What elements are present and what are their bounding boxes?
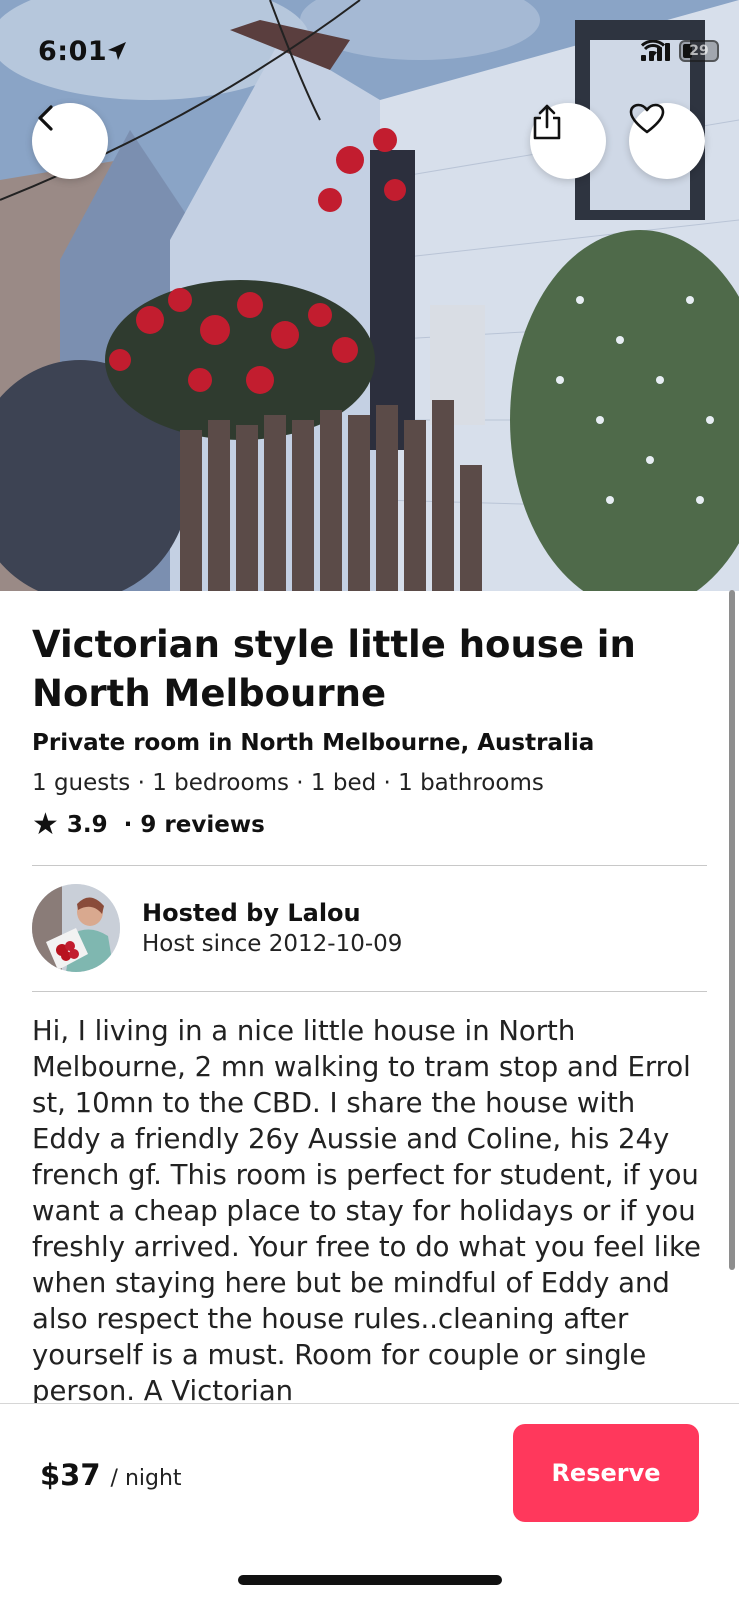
wifi-icon (641, 40, 665, 57)
host-block[interactable]: Hosted by Lalou Host since 2012-10-09 (32, 883, 707, 973)
rating-row[interactable]: ★ 3.9 · 9 reviews (32, 810, 707, 840)
share-button[interactable] (530, 103, 606, 179)
reviews-count[interactable]: · 9 reviews (124, 812, 265, 838)
battery-icon: 29 (679, 40, 719, 62)
scroll-indicator[interactable] (729, 590, 735, 1270)
star-icon: ★ (32, 807, 59, 842)
rating-value: 3.9 (66, 812, 108, 838)
room-type: Private room in North Melbourne, Austral… (32, 730, 595, 756)
share-icon (533, 104, 561, 140)
divider (32, 991, 707, 992)
listing-screen: 6:01 29 Victorian style little house in … (0, 0, 739, 1600)
divider (32, 865, 707, 866)
battery-level: 29 (689, 43, 709, 59)
back-button[interactable] (32, 103, 108, 179)
host-name: Hosted by Lalou (142, 899, 361, 927)
favorite-button[interactable] (629, 103, 705, 179)
home-indicator[interactable] (238, 1575, 502, 1585)
chevron-left-icon (38, 105, 53, 131)
booking-bar: $37 / night Reserve (0, 1403, 739, 1600)
price: $37 / night (40, 1458, 182, 1492)
heart-icon (629, 103, 665, 134)
host-since: Host since 2012-10-09 (142, 931, 403, 957)
status-time: 6:01 (38, 36, 108, 67)
price-unit: / night (110, 1466, 182, 1491)
status-icons: 29 (641, 40, 719, 62)
price-amount: $37 (40, 1458, 101, 1492)
reserve-button[interactable]: Reserve (513, 1424, 699, 1522)
host-avatar[interactable] (32, 884, 120, 972)
listing-photo[interactable]: 6:01 29 (0, 0, 739, 591)
victorian-house-photo (0, 0, 739, 591)
listing-description: Hi, I living in a nice little house in N… (32, 1015, 701, 1405)
listing-title: Victorian style little house in North Me… (32, 623, 636, 715)
listing-specs: 1 guests · 1 bedrooms · 1 bed · 1 bathro… (32, 770, 544, 796)
listing-summary: Victorian style little house in North Me… (32, 620, 707, 840)
